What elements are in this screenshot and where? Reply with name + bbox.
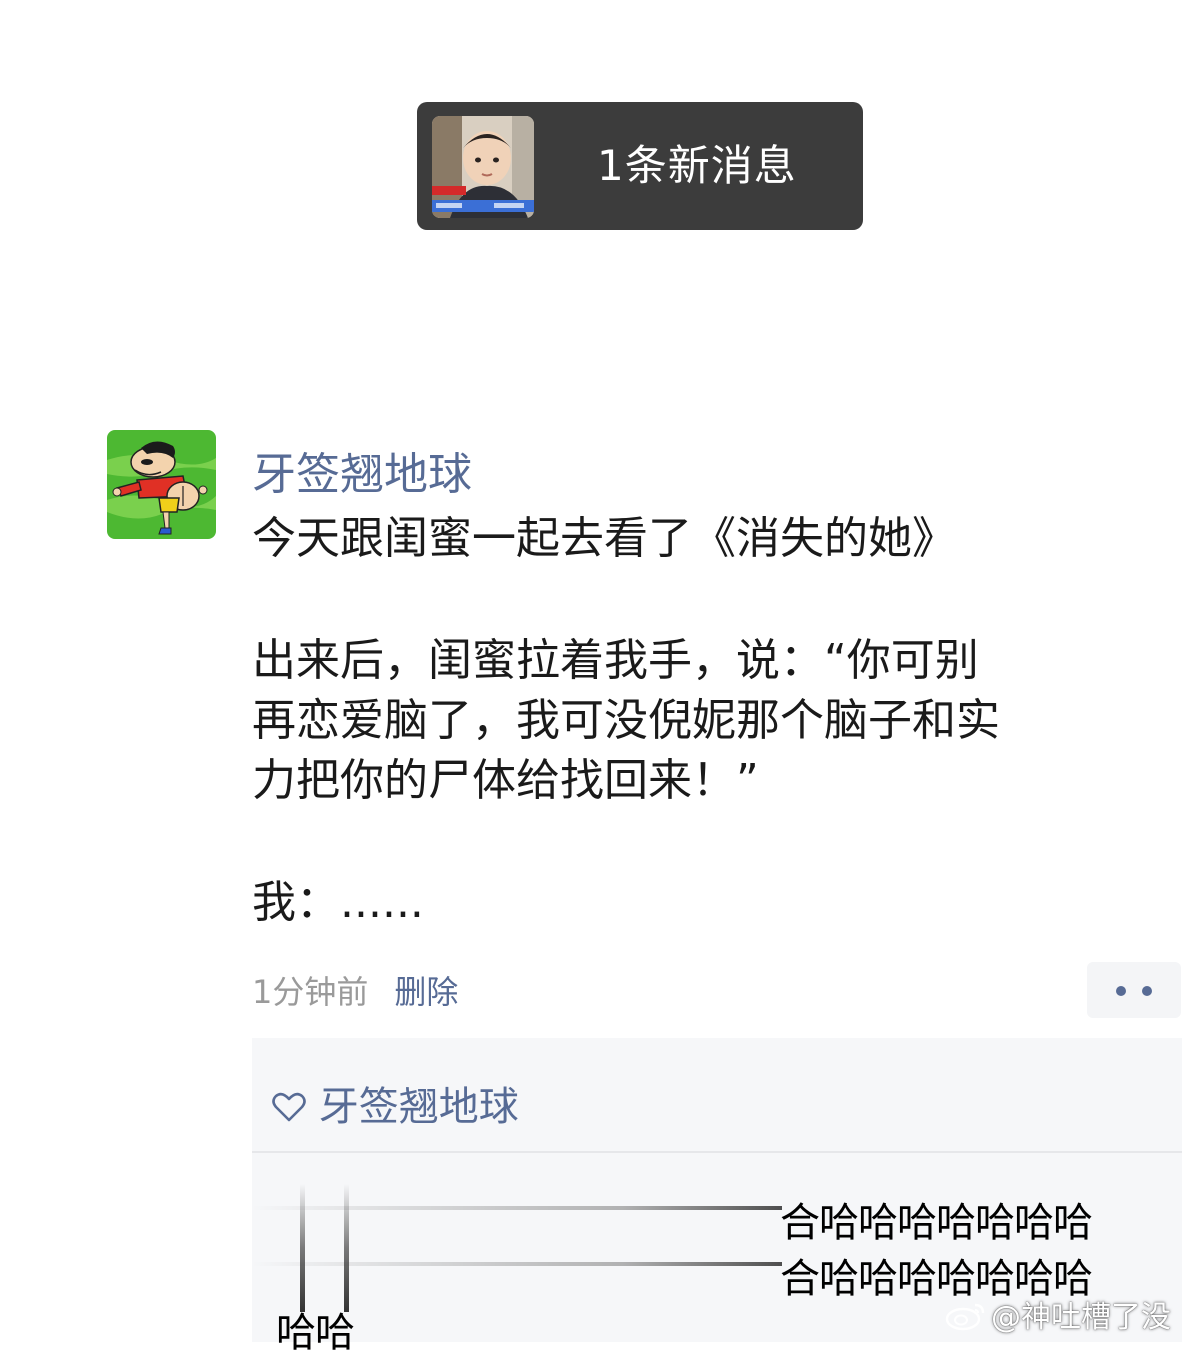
- speed-streak: [252, 1262, 782, 1266]
- delete-button[interactable]: 删除: [394, 973, 458, 1011]
- comment-laugh-bottom: 哈哈: [276, 1310, 355, 1356]
- new-message-notification[interactable]: 1条新消息: [417, 102, 863, 230]
- likes-row: 牙签翘地球: [272, 1074, 519, 1132]
- notification-avatar: [432, 116, 534, 218]
- liker-name[interactable]: 牙签翘地球: [319, 1084, 519, 1130]
- heart-icon: [272, 1084, 319, 1130]
- panel-divider: [252, 1151, 1182, 1153]
- post-meta: 1分钟前 删除: [252, 970, 458, 1014]
- comment-laugh-line: 合哈哈哈哈哈哈哈: [780, 1200, 1093, 1246]
- watermark-text: @神吐槽了没: [991, 1300, 1171, 1335]
- more-dots-icon: [1142, 986, 1152, 996]
- more-actions-button[interactable]: [1087, 962, 1181, 1018]
- more-dots-icon: [1116, 986, 1126, 996]
- speed-streak: [300, 1184, 305, 1312]
- new-message-count: 1条新消息: [597, 141, 797, 190]
- weibo-logo-icon: [945, 1299, 987, 1339]
- author-avatar[interactable]: [107, 430, 216, 539]
- speed-streak: [252, 1206, 782, 1210]
- post-timestamp: 1分钟前: [252, 973, 369, 1011]
- author-name[interactable]: 牙签翘地球: [252, 438, 472, 502]
- post-text-line: 我：......: [252, 877, 424, 928]
- weibo-watermark: @神吐槽了没: [945, 1292, 1171, 1339]
- speed-streak: [344, 1184, 349, 1312]
- post-text-line: 再恋爱脑了，我可没倪妮那个脑子和实: [252, 695, 1000, 746]
- post-text-line: 今天跟闺蜜一起去看了《消失的她》: [252, 513, 956, 564]
- post-text-line: 力把你的尸体给找回来！”: [252, 755, 759, 806]
- post-text-line: 出来后，闺蜜拉着我手，说：“你可别: [252, 635, 979, 686]
